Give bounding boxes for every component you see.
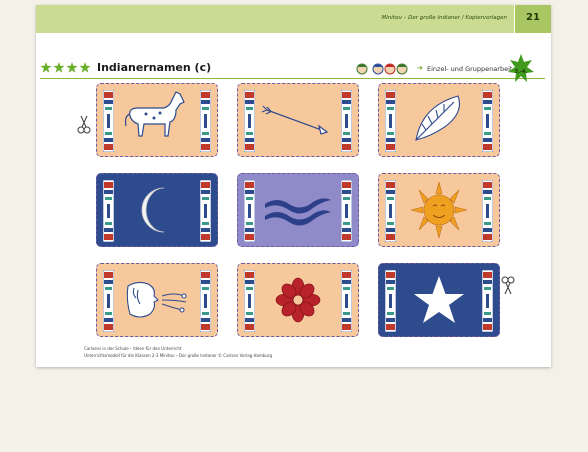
title-divider — [40, 78, 545, 79]
name-card-flower — [237, 263, 359, 337]
totem-band — [341, 270, 352, 332]
moon-icon — [141, 187, 165, 233]
star-icon — [414, 276, 464, 323]
name-card-arrow — [237, 83, 359, 157]
sun-icon — [410, 181, 468, 239]
wind-face-icon — [126, 281, 187, 318]
level-badge-text: 3.-4. — [514, 69, 528, 75]
name-card-sun — [378, 173, 500, 247]
arrow-icon: ➔ — [417, 64, 423, 72]
totem-band — [385, 180, 396, 242]
totem-band — [385, 90, 396, 152]
footer-line-2: Unterrichtsmodell für die Klassen 2-3 Mi… — [84, 353, 273, 358]
name-card-horse — [96, 83, 218, 157]
name-card-feather — [378, 83, 500, 157]
header-bar: Minitou – Der große Indianer / Kopiervor… — [36, 5, 551, 33]
flower-icon — [275, 277, 321, 323]
scissors-icon — [77, 115, 91, 134]
totem-band — [103, 270, 114, 332]
totem-band — [244, 90, 255, 152]
name-card-wind — [96, 263, 218, 337]
running-head: Minitou – Der große Indianer / Kopiervor… — [381, 15, 507, 21]
page-number-box: 21 — [514, 5, 551, 33]
totem-band — [200, 180, 211, 242]
children-group-icon — [356, 63, 408, 75]
feather-icon — [415, 95, 461, 141]
page-number: 21 — [526, 12, 540, 23]
work-mode-label: Einzel- und Gruppenarbeit — [427, 65, 513, 73]
totem-band — [482, 180, 493, 242]
totem-band — [341, 90, 352, 152]
name-card-star — [378, 263, 500, 337]
water-waves-icon — [265, 198, 331, 226]
totem-band — [103, 90, 114, 152]
totem-band — [244, 270, 255, 332]
horse-icon — [124, 91, 185, 137]
name-card-moon — [96, 173, 218, 247]
scissors-icon — [501, 276, 515, 295]
totem-band — [341, 180, 352, 242]
four-stars-icon — [40, 62, 91, 73]
page-title: Indianernamen (c) — [97, 61, 212, 74]
worksheet-page: Minitou – Der große Indianer / Kopiervor… — [36, 5, 551, 367]
footer-line-1: Carlsens in der Schule – Ideen für den U… — [84, 346, 182, 351]
totem-band — [482, 90, 493, 152]
totem-band — [244, 180, 255, 242]
totem-band — [385, 270, 396, 332]
totem-band — [103, 180, 114, 242]
name-card-water — [237, 173, 359, 247]
arrow-drawing-icon — [261, 105, 329, 135]
totem-band — [200, 270, 211, 332]
totem-band — [200, 90, 211, 152]
totem-band — [482, 270, 493, 332]
